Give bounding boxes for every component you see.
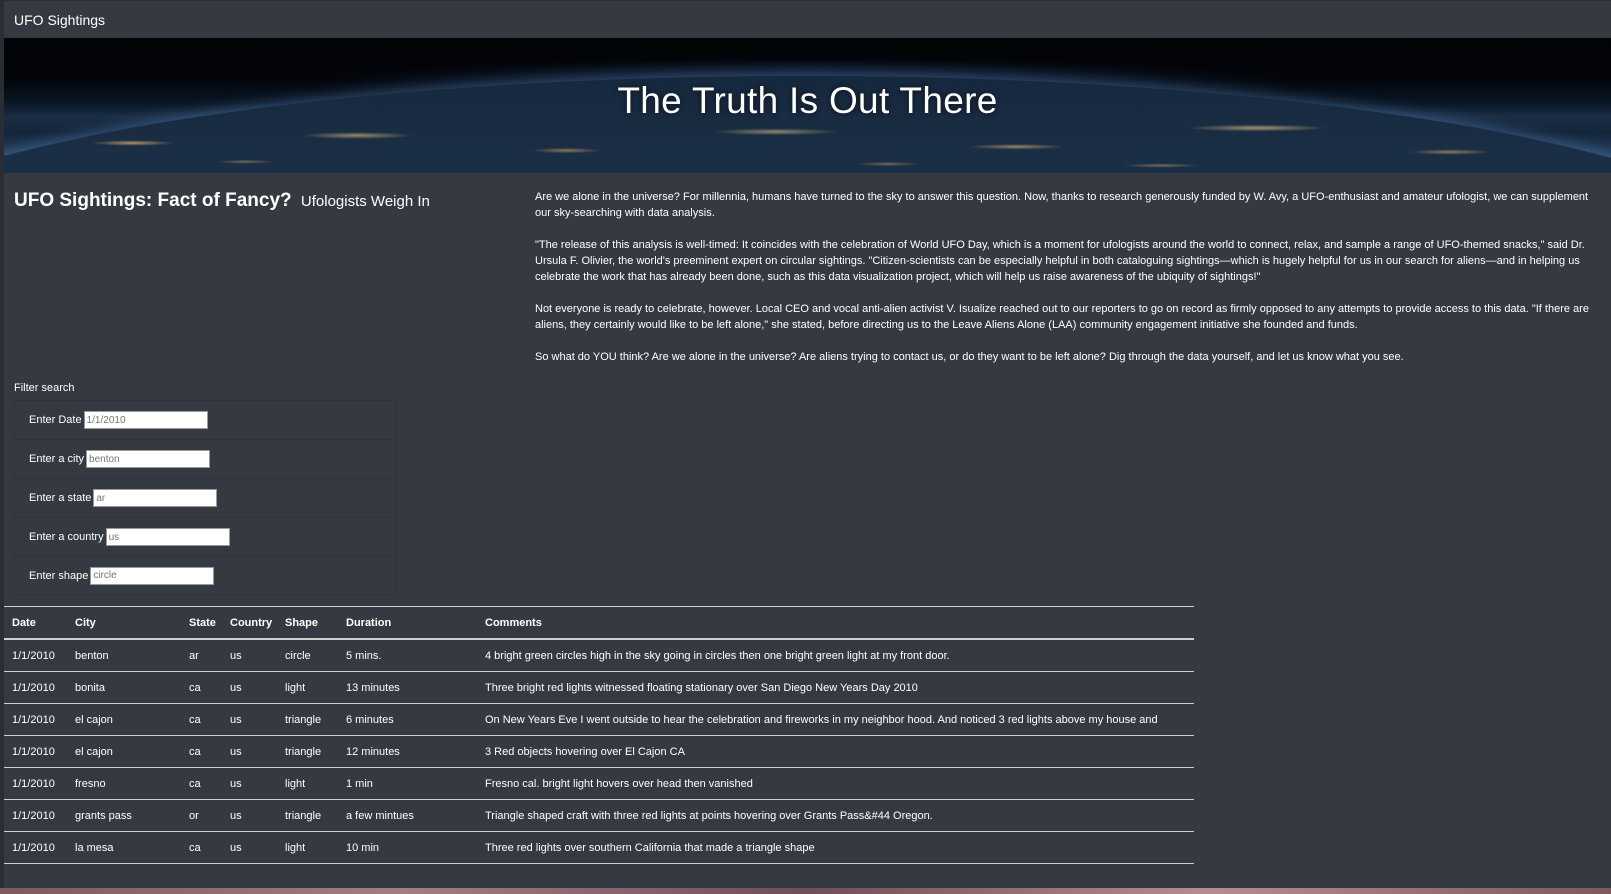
cell-country: us (222, 735, 277, 768)
column-header-date: Date (4, 606, 67, 640)
cell-state: ar (181, 639, 222, 672)
cell-shape: triangle (277, 735, 338, 768)
cell-city: fresno (67, 767, 181, 800)
cell-state: ca (181, 703, 222, 736)
column-header-country: Country (222, 606, 277, 640)
article-heading: UFO Sightings: Fact of Fancy? Ufologists… (14, 190, 514, 212)
cell-duration: 6 minutes (338, 703, 477, 736)
cell-comments: 3 Red objects hovering over El Cajon CA (477, 735, 1194, 768)
cell-city: bonita (67, 671, 181, 704)
filter-country-input[interactable] (105, 528, 230, 546)
cell-city: el cajon (67, 703, 181, 736)
cell-comments: Fresno cal. bright light hovers over hea… (477, 767, 1194, 800)
cell-state: ca (181, 831, 222, 864)
cell-date: 1/1/2010 (4, 799, 67, 832)
cell-date: 1/1/2010 (4, 671, 67, 704)
filter-item-date: Enter Date (14, 400, 396, 439)
cell-date: 1/1/2010 (4, 831, 67, 864)
cell-duration: 12 minutes (338, 735, 477, 768)
filter-country-label: Enter a country (29, 531, 104, 543)
cell-comments: On New Years Eve I went outside to hear … (477, 703, 1194, 736)
filter-search-title: Filter search (14, 382, 75, 394)
article-paragraph: Are we alone in the universe? For millen… (535, 191, 1589, 219)
filter-item-country: Enter a country (14, 517, 396, 556)
cell-country: us (222, 799, 277, 832)
cell-duration: 13 minutes (338, 671, 477, 704)
cell-city: grants pass (67, 799, 181, 832)
ufo-sightings-table: Date City State Country Shape Duration C… (4, 606, 1194, 864)
cell-shape: triangle (277, 703, 338, 736)
cell-date: 1/1/2010 (4, 703, 67, 736)
cell-duration: a few mintues (338, 799, 477, 832)
filter-item-state: Enter a state (14, 478, 396, 517)
cell-city: la mesa (67, 831, 181, 864)
background-strip (0, 888, 1611, 894)
cell-country: us (222, 767, 277, 800)
article-body: Are we alone in the universe? For millen… (535, 189, 1607, 381)
table-row: 1/1/2010 el cajon ca us triangle 6 minut… (4, 703, 1194, 736)
filter-date-input[interactable] (83, 411, 208, 429)
navbar: UFO Sightings (4, 0, 1611, 39)
article-paragraph: "The release of this analysis is well-ti… (535, 239, 1585, 283)
filter-state-input[interactable] (93, 489, 218, 507)
table-row: 1/1/2010 el cajon ca us triangle 12 minu… (4, 735, 1194, 768)
table-row: 1/1/2010 benton ar us circle 5 mins. 4 b… (4, 639, 1194, 672)
cell-shape: circle (277, 639, 338, 672)
cell-date: 1/1/2010 (4, 639, 67, 672)
filter-date-label: Enter Date (29, 414, 82, 426)
cell-date: 1/1/2010 (4, 735, 67, 768)
filter-city-input[interactable] (86, 450, 211, 468)
cell-country: us (222, 831, 277, 864)
cell-duration: 10 min (338, 831, 477, 864)
article-paragraph: Not everyone is ready to celebrate, howe… (535, 303, 1589, 331)
cell-shape: light (277, 671, 338, 704)
filter-item-shape: Enter shape (14, 556, 396, 595)
cell-country: us (222, 639, 277, 672)
filter-shape-input[interactable] (90, 566, 215, 585)
article-subheading: Ufologists Weigh In (300, 193, 430, 210)
filter-city-label: Enter a city (29, 453, 85, 465)
filter-list: Enter Date Enter a city Enter a state En… (14, 400, 396, 595)
table-row: 1/1/2010 grants pass or us triangle a fe… (4, 799, 1194, 832)
article-paragraph: So what do YOU think? Are we alone in th… (535, 351, 1404, 363)
filter-shape-label: Enter shape (29, 569, 89, 582)
cell-state: ca (181, 671, 222, 704)
column-header-shape: Shape (277, 606, 338, 640)
cell-comments: Three red lights over southern Californi… (477, 831, 1194, 864)
filter-item-city: Enter a city (14, 439, 396, 478)
hero-banner: The Truth Is Out There (4, 38, 1611, 173)
cell-date: 1/1/2010 (4, 767, 67, 800)
cell-shape: light (277, 831, 338, 864)
cell-comments: 4 bright green circles high in the sky g… (477, 639, 1194, 672)
cell-state: ca (181, 735, 222, 768)
cell-comments: Three bright red lights witnessed floati… (477, 671, 1194, 704)
table-row: 1/1/2010 bonita ca us light 13 minutes T… (4, 671, 1194, 704)
app-page: UFO Sightings The Truth Is Out There UFO… (4, 0, 1611, 890)
cell-state: ca (181, 767, 222, 800)
article-heading-title: UFO Sightings: Fact of Fancy? (14, 190, 292, 211)
table-header-row: Date City State Country Shape Duration C… (4, 606, 1194, 640)
navbar-brand-link[interactable]: UFO Sightings (14, 12, 105, 28)
cell-shape: light (277, 767, 338, 800)
column-header-duration: Duration (338, 606, 477, 640)
cell-country: us (222, 671, 277, 704)
column-header-city: City (67, 606, 181, 640)
cell-city: el cajon (67, 735, 181, 768)
cell-shape: triangle (277, 799, 338, 832)
cell-duration: 1 min (338, 767, 477, 800)
table-row: 1/1/2010 fresno ca us light 1 min Fresno… (4, 767, 1194, 800)
column-header-comments: Comments (477, 606, 1194, 640)
cell-duration: 5 mins. (338, 639, 477, 672)
cell-state: or (181, 799, 222, 832)
table-row: 1/1/2010 la mesa ca us light 10 min Thre… (4, 831, 1194, 864)
cell-country: us (222, 703, 277, 736)
cell-city: benton (67, 639, 181, 672)
filter-state-label: Enter a state (29, 492, 92, 504)
column-header-state: State (181, 606, 222, 640)
cell-comments: Triangle shaped craft with three red lig… (477, 799, 1194, 832)
hero-title: The Truth Is Out There (617, 80, 998, 121)
